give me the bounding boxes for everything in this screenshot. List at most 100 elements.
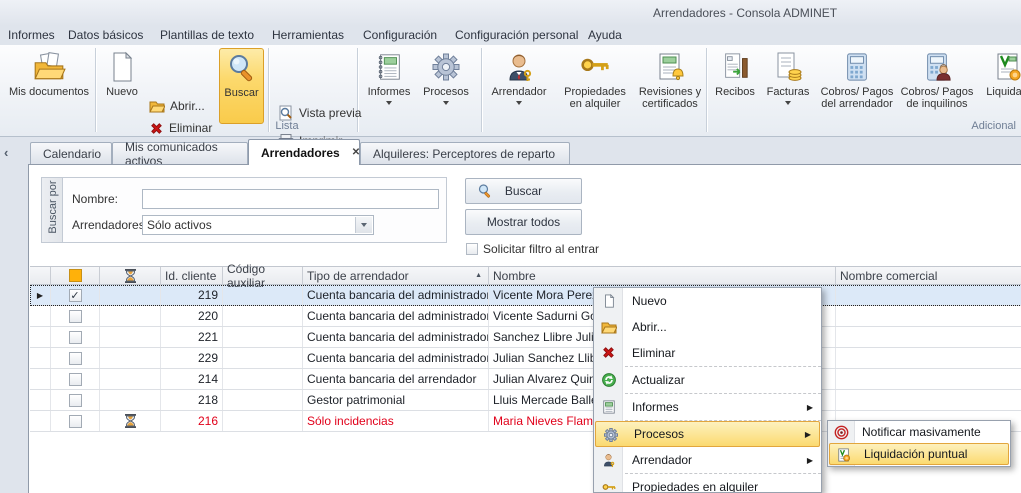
context-menu-item-procesos[interactable]: Procesos ▶ xyxy=(595,421,820,447)
context-menu-item-abrir[interactable]: Abrir... xyxy=(594,314,821,340)
menu-herramientas[interactable]: Herramientas xyxy=(272,28,344,42)
landlord-icon xyxy=(503,48,535,86)
context-menu-item-arrendador[interactable]: Arrendador ▶ xyxy=(594,447,821,473)
tab-alquileres-perceptores[interactable]: Alquileres: Perceptores de reparto xyxy=(360,142,570,164)
table-row[interactable]: ▶ ✓ 219 Cuenta bancaria del administrado… xyxy=(30,285,1021,306)
row-checkbox[interactable] xyxy=(69,373,82,386)
submenu-item-liquidacion-puntual[interactable]: Liquidación puntual xyxy=(829,443,1009,465)
row-checkbox[interactable] xyxy=(69,331,82,344)
menu-informes[interactable]: Informes xyxy=(8,28,55,42)
mis-documentos-button[interactable]: Mis documentos xyxy=(6,48,92,124)
cobros-pagos-arrendador-button[interactable]: Cobros/ Pagos del arrendador xyxy=(817,48,897,124)
combo-dropdown-button[interactable] xyxy=(355,217,372,233)
tab-mis-comunicados-activos[interactable]: Mis comunicados activos xyxy=(112,142,248,164)
checkbox-icon[interactable] xyxy=(466,243,478,255)
buscar-button[interactable]: Buscar xyxy=(465,178,582,204)
new-page-icon xyxy=(600,292,617,309)
tab-close-icon[interactable]: ✕ xyxy=(352,147,360,158)
nombre-input[interactable] xyxy=(142,189,439,209)
mostrar-todos-button[interactable]: Mostrar todos xyxy=(465,209,582,235)
nombre-label: Nombre: xyxy=(72,192,118,206)
header-nombre-comercial[interactable]: Nombre comercial xyxy=(836,267,1021,284)
ribbon-separator xyxy=(95,48,96,132)
facturas-button[interactable]: Facturas xyxy=(762,48,814,124)
menu-configuracion-personal[interactable]: Configuración personal xyxy=(455,28,578,42)
context-menu: Nuevo Abrir... Eliminar Actualizar Infor… xyxy=(593,287,822,493)
header-codigo-auxiliar[interactable]: Código auxiliar xyxy=(223,267,303,284)
report-icon xyxy=(374,48,404,86)
submenu-arrow-icon: ▶ xyxy=(807,403,813,412)
table-row[interactable]: 229 Cuenta bancaria del administrador Ju… xyxy=(30,348,1021,369)
nuevo-button[interactable]: Nuevo xyxy=(99,48,145,124)
eliminar-button[interactable]: Eliminar xyxy=(149,118,212,138)
documents-folder-icon xyxy=(32,48,66,86)
recibos-button[interactable]: Recibos xyxy=(710,48,760,124)
print-preview-icon xyxy=(278,105,294,121)
tab-scroll-left-icon[interactable]: ‹ xyxy=(4,145,8,160)
menu-ayuda[interactable]: Ayuda xyxy=(588,28,622,42)
menu-datos-basicos[interactable]: Datos básicos xyxy=(68,28,143,42)
solicitar-filtro-checkbox[interactable]: Solicitar filtro al entrar xyxy=(466,242,599,256)
open-folder-icon xyxy=(149,98,165,114)
row-checkbox[interactable] xyxy=(69,310,82,323)
liquidaciones-button[interactable]: Liquidaci xyxy=(978,48,1021,124)
header-tipo-arrendador[interactable]: Tipo de arrendador ▲ xyxy=(303,267,489,284)
table-row[interactable]: 218 Gestor patrimonial Lluis Mercade Bal… xyxy=(30,390,1021,411)
invoice-coins-icon xyxy=(772,48,804,86)
arrendadores-label: Arrendadores: xyxy=(72,218,148,232)
cobros-pagos-inquilinos-button[interactable]: Cobros/ Pagos de inquilinos xyxy=(898,48,976,124)
menu-plantillas-de-texto[interactable]: Plantillas de texto xyxy=(160,28,254,42)
dropdown-arrow-icon xyxy=(361,223,367,227)
row-checkbox[interactable] xyxy=(69,415,82,428)
lista-group-label: Lista xyxy=(262,120,312,132)
landlord-icon xyxy=(600,451,617,468)
table-row[interactable]: 214 Cuenta bancaria del arrendador Julia… xyxy=(30,369,1021,390)
arrendadores-select[interactable]: Sólo activos xyxy=(142,215,374,235)
propiedades-en-alquiler-button[interactable]: Propiedades en alquiler xyxy=(556,48,634,124)
procesos-ribbon-button[interactable]: Procesos xyxy=(418,48,474,124)
table-row[interactable]: 221 Cuenta bancaria del administrador Sa… xyxy=(30,327,1021,348)
key-icon xyxy=(578,48,612,86)
tab-calendario[interactable]: Calendario xyxy=(30,142,112,164)
search-group-box: Buscar por Nombre: Arrendadores: Sólo ac… xyxy=(41,177,447,243)
context-menu-item-eliminar[interactable]: Eliminar xyxy=(594,340,821,366)
open-folder-icon xyxy=(600,318,617,335)
context-menu-item-propiedades-en-alquiler[interactable]: Propiedades en alquiler xyxy=(594,474,821,493)
gear-icon xyxy=(602,426,619,443)
select-all-checkbox[interactable] xyxy=(69,269,82,282)
header-id-cliente[interactable]: Id. cliente xyxy=(161,267,223,284)
submenu-item-notificar-masivamente[interactable]: Notificar masivamente xyxy=(828,421,1010,443)
row-checkbox[interactable] xyxy=(69,352,82,365)
header-nombre[interactable]: Nombre xyxy=(489,267,836,284)
sort-asc-icon: ▲ xyxy=(475,272,482,279)
context-menu-item-nuevo[interactable]: Nuevo xyxy=(594,288,821,314)
arrendador-ribbon-button[interactable]: Arrendador xyxy=(487,48,551,124)
revisiones-y-certificados-button[interactable]: Revisiones y certificados xyxy=(634,48,706,124)
menu-configuracion[interactable]: Configuración xyxy=(363,28,437,42)
informes-ribbon-button[interactable]: Informes xyxy=(362,48,416,124)
adminet-window: { "window": { "title": "Arrendadores - C… xyxy=(0,0,1021,493)
buscar-ribbon-button[interactable]: Buscar xyxy=(219,48,264,124)
context-menu-item-actualizar[interactable]: Actualizar xyxy=(594,367,821,393)
row-checkbox[interactable] xyxy=(69,394,82,407)
hourglass-icon xyxy=(124,413,137,429)
submenu-arrow-icon: ▶ xyxy=(807,456,813,465)
abrir-button[interactable]: Abrir... xyxy=(149,96,205,116)
adicional-group-label: Adicional xyxy=(950,120,1016,132)
calculator-icon xyxy=(842,48,872,86)
row-checkbox-checked[interactable]: ✓ xyxy=(69,289,82,302)
row-pointer-icon: ▶ xyxy=(37,291,43,300)
context-menu-item-informes[interactable]: Informes ▶ xyxy=(594,394,821,420)
buscar-por-strip: Buscar por xyxy=(42,178,63,242)
table-row[interactable]: 220 Cuenta bancaria del administrador Vi… xyxy=(30,306,1021,327)
window-title: Arrendadores - Consola ADMINET xyxy=(653,6,837,20)
header-select-all[interactable] xyxy=(51,267,100,284)
submenu-arrow-icon: ▶ xyxy=(805,430,811,439)
ribbon-separator xyxy=(706,48,707,132)
buscar-por-label: Buscar por xyxy=(47,177,59,237)
delete-x-icon xyxy=(149,121,164,136)
header-status[interactable] xyxy=(100,267,161,284)
dropdown-arrow-icon xyxy=(386,101,392,105)
search-icon xyxy=(226,49,258,87)
tab-arrendadores[interactable]: Arrendadores ✕ xyxy=(248,139,360,165)
